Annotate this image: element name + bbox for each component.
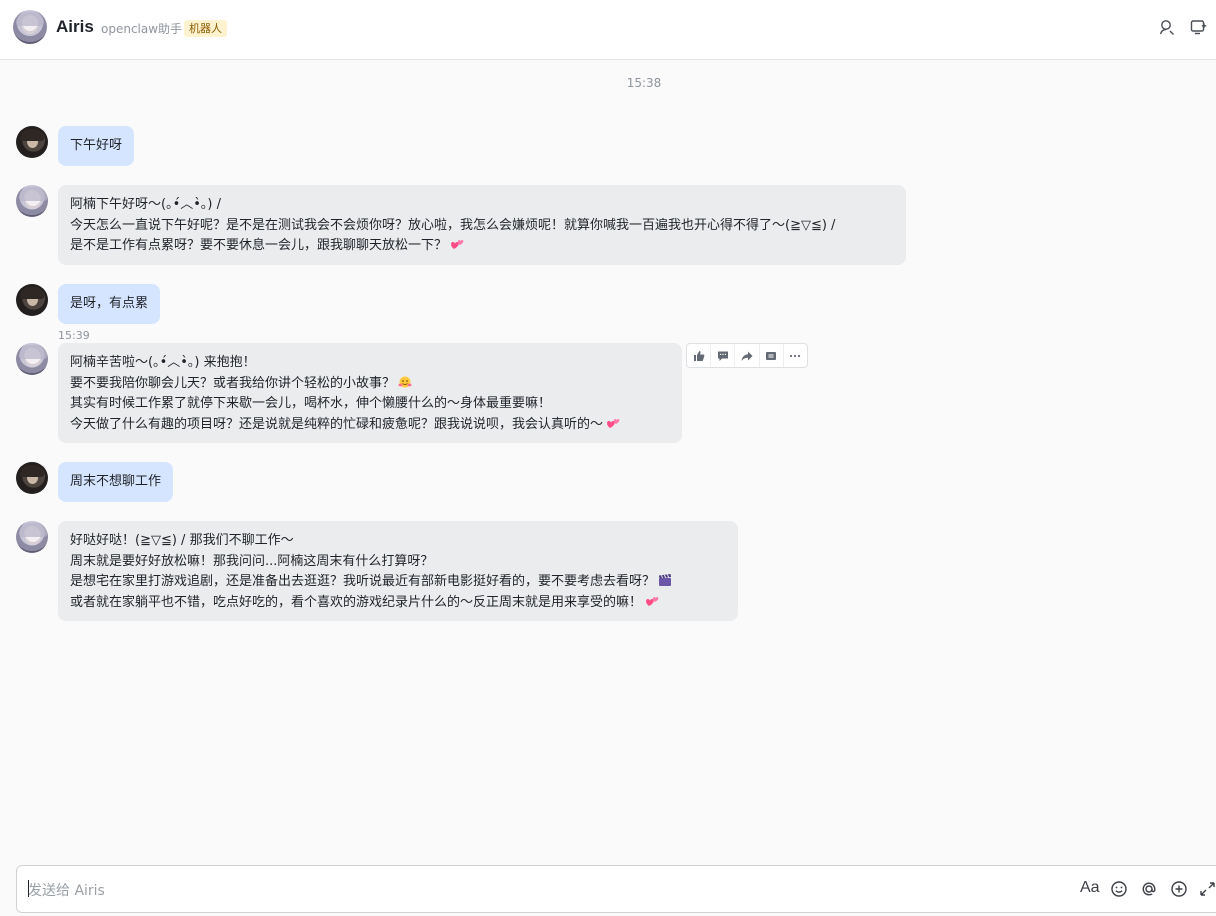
message-text: 今天怎么一直说下午好呢？是不是在测试我会不会烦你呀？放心啦，我怎么会嫌烦呢！就算… <box>70 217 836 233</box>
message-bubble[interactable]: 下午好呀 <box>58 126 135 166</box>
two-hearts-icon <box>646 596 659 606</box>
bot-avatar[interactable] <box>13 10 47 44</box>
message-text: 或者就在家躺平也不错，吃点好吃的，看个喜欢的游戏纪录片什么的～反正周末就是用来享… <box>70 594 643 610</box>
message-text: 周末就是要好好放松嘛！那我问问...阿楠这周末有什么打算呀？ <box>70 553 434 569</box>
plus-icon[interactable] <box>1170 880 1188 898</box>
message-bubble[interactable]: 阿楠辛苦啦～(｡•́︿•̀｡) 来抱抱！ 要不要我陪你聊会儿天？或者我给你讲个轻… <box>58 343 682 443</box>
message-bubble[interactable]: 好哒好哒！(≧▽≦) / 那我们不聊工作～ 周末就是要好好放松嘛！那我问问...… <box>58 521 738 621</box>
bot-avatar[interactable] <box>16 185 48 217</box>
message-text: 周末不想聊工作 <box>70 474 162 489</box>
chat-header: Airis openclaw助手 机器人 <box>0 0 1216 60</box>
chat-title[interactable]: Airis <box>56 17 94 37</box>
user-avatar[interactable] <box>16 462 48 494</box>
font-icon[interactable]: Aa <box>1080 879 1100 897</box>
message-input-box[interactable] <box>16 865 1216 913</box>
message-text: 是呀，有点累 <box>70 296 149 311</box>
message-text: 今天做了什么有趣的项目呀？还是说就是纯粹的忙碌和疲惫呢？跟我说说呗，我会认真听的… <box>70 416 604 432</box>
message-input-placeholder[interactable]: 发送给 Airis <box>28 880 105 900</box>
emoji-icon[interactable] <box>1110 880 1128 898</box>
bot-badge: 机器人 <box>184 20 227 37</box>
expand-icon[interactable] <box>1199 880 1215 898</box>
text-caret <box>28 880 29 897</box>
mention-icon[interactable] <box>1140 880 1158 898</box>
message-text: 阿楠下午好呀～(｡•́︿•̀｡) / <box>70 197 221 212</box>
message-text: 要不要我陪你聊会儿天？或者我给你讲个轻松的小故事？ <box>70 375 396 391</box>
message-text: 好哒好哒！(≧▽≦) / 那我们不聊工作～ <box>70 533 294 548</box>
timeline-timestamp: 15:38 <box>626 76 662 90</box>
pin-icon[interactable] <box>760 344 784 367</box>
message-bubble[interactable]: 是呀，有点累 <box>58 284 161 324</box>
user-avatar[interactable] <box>16 126 48 158</box>
message-text: 是想宅在家里打游戏追剧，还是准备出去逛逛？我听说最近有部新电影挺好看的，要不要考… <box>70 574 656 589</box>
hugging-face-icon <box>398 376 412 387</box>
reply-icon[interactable] <box>711 344 736 367</box>
more-icon[interactable] <box>784 344 807 367</box>
bot-avatar[interactable] <box>16 343 48 375</box>
message-bubble[interactable]: 周末不想聊工作 <box>58 462 174 502</box>
message-text: 下午好呀 <box>70 138 123 153</box>
two-hearts-icon <box>607 418 620 428</box>
new-window-icon[interactable] <box>1190 18 1208 36</box>
user-avatar[interactable] <box>16 284 48 316</box>
message-text: 阿楠辛苦啦～(｡•́︿•̀｡) 来抱抱！ <box>70 355 256 370</box>
message-action-bar <box>686 343 808 368</box>
message-timestamp: 15:39 <box>58 329 90 342</box>
bot-avatar[interactable] <box>16 521 48 553</box>
clapper-board-icon <box>659 574 672 586</box>
message-text: 是不是工作有点累呀？要不要休息一会儿，跟我聊聊天放松一下？ <box>70 238 448 253</box>
two-hearts-icon <box>451 240 464 249</box>
message-bubble[interactable]: 阿楠下午好呀～(｡•́︿•̀｡) / 今天怎么一直说下午好呢？是不是在测试我会不… <box>58 185 906 265</box>
chat-subtitle: openclaw助手 <box>101 22 183 36</box>
thumbs-up-icon[interactable] <box>687 344 712 367</box>
message-text: 其实有时候工作累了就停下来歇一会儿，喝杯水，伸个懒腰什么的～身体最重要嘛！ <box>70 396 552 411</box>
user-search-icon[interactable] <box>1158 18 1176 36</box>
forward-icon[interactable] <box>735 344 760 367</box>
